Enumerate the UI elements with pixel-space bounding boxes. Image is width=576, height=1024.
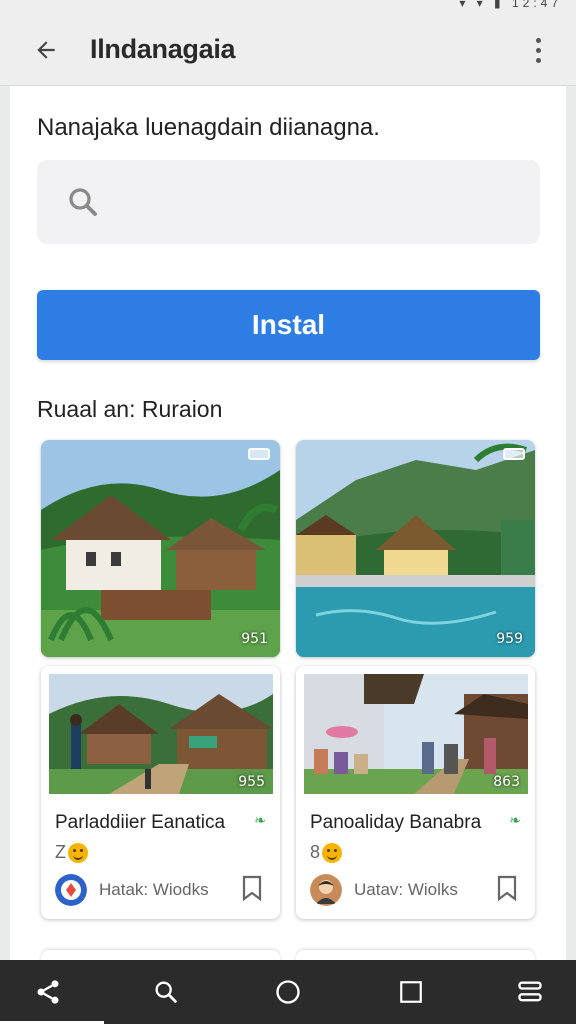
photo-traditional-houses[interactable]: 951 [41,440,280,657]
recents-button[interactable] [393,974,429,1010]
card-title: Parladdiier Eanatica [55,812,226,833]
smile-emoji-icon [322,842,343,863]
tag-icon: ❧ [509,812,521,828]
photo-count: 955 [238,774,265,790]
place-card[interactable]: 863 Panoaliday Banabra ❧ 8 Uatav: Wiolks [296,666,535,919]
section-title: Ruaal an: Ruraion [37,396,223,422]
main-content: Nanajaka luenagdain diianagna. Instal Ru… [10,86,566,966]
home-button[interactable] [270,974,306,1010]
pool-scene-image [296,440,535,657]
toggle-icon [248,448,270,460]
back-button[interactable] [26,30,66,70]
card-title: Panoaliday Banabra [310,812,482,833]
prompt-text: Nanajaka luenagdain diianagna. [37,114,380,141]
bookmark-icon[interactable] [495,874,519,902]
more-vert-icon [535,37,541,43]
app-bar: Ilndanagaia [0,12,576,86]
card-rating: Z [55,842,88,863]
menu-button[interactable] [512,974,548,1010]
nav-search-button[interactable] [148,974,184,1010]
photo-resort-pool[interactable]: 959 [296,440,535,657]
share-button[interactable] [30,974,66,1010]
share-icon [37,980,59,1004]
search-icon [69,188,97,216]
more-options-button[interactable] [524,32,552,68]
avatar[interactable] [310,874,342,906]
photo-count: 951 [241,631,268,647]
photo-count: 959 [496,631,523,647]
rating-value: 8 [310,842,321,862]
avatar[interactable] [55,874,87,906]
smile-emoji-icon [68,842,88,863]
compass-logo-icon [55,874,87,906]
toggle-icon [503,448,525,460]
card-image: 955 [49,674,273,794]
bookmark-icon[interactable] [240,874,264,902]
card-image: 863 [304,674,528,794]
system-nav-bar [0,960,576,1024]
tag-icon: ❧ [254,812,266,828]
rating-value: Z [55,842,66,862]
status-bar: ▾ ▾ ▮ 12:47 [0,0,576,12]
search-input[interactable] [37,160,540,244]
menu-lines-icon [518,981,542,1002]
search-icon [155,981,177,1003]
recents-square-icon [400,981,422,1003]
install-button[interactable]: Instal [37,290,540,360]
card-author: Hatak: Wiodks [99,880,209,899]
home-circle-icon [276,980,300,1004]
person-avatar-icon [310,874,342,906]
card-author: Uatav: Wiolks [354,880,458,899]
status-icons: ▾ ▾ ▮ 12:47 [459,0,562,10]
card-rating: 8 [310,842,343,863]
house-scene-image [41,440,280,657]
arrow-left-icon [37,41,55,59]
place-card[interactable]: 955 Parladdiier Eanatica ❧ Z Hatak: Wiod… [41,666,280,919]
app-title: Ilndanagaia [90,34,236,64]
photo-count: 863 [493,774,520,790]
